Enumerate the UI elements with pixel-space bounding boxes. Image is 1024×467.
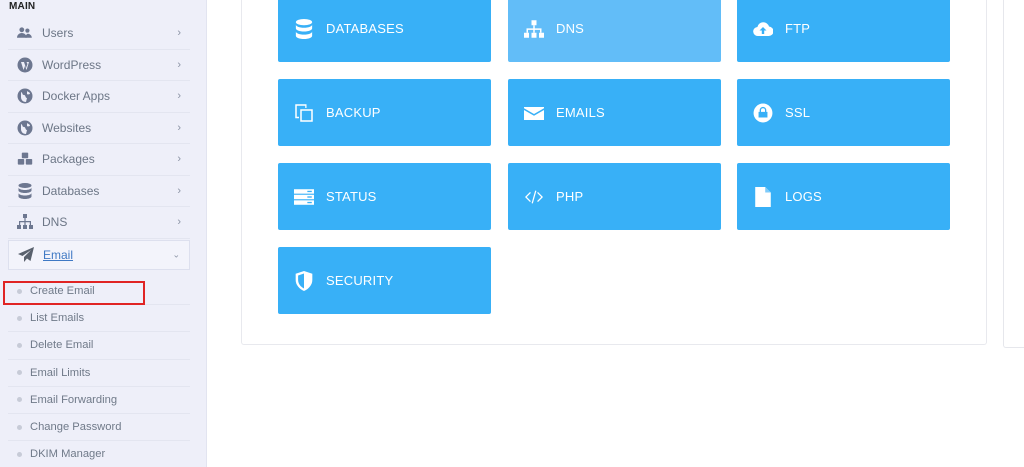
submenu-item-label: Email Forwarding	[30, 393, 118, 406]
sidebar-item-packages[interactable]: Packages ›	[8, 144, 190, 176]
sidebar-item-label: Users	[42, 26, 74, 41]
tile-logs[interactable]: LOGS	[737, 163, 950, 230]
tile-label: PHP	[556, 189, 584, 204]
sidebar-item-email[interactable]: Email ⌄	[8, 239, 190, 270]
submenu-item-list-emails[interactable]: List Emails	[8, 305, 190, 333]
tile-databases[interactable]: DATABASES	[278, 0, 491, 62]
highlight-annotation	[3, 281, 145, 305]
globe-icon	[16, 120, 34, 136]
cloud-upload-icon	[753, 19, 773, 39]
sidebar-item-dns[interactable]: DNS ›	[8, 207, 190, 239]
tile-label: BACKUP	[326, 105, 381, 120]
chevron-down-icon: ⌄	[172, 249, 180, 259]
sidebar-item-docker-apps[interactable]: Docker Apps ›	[8, 81, 190, 113]
bullet-icon	[17, 424, 22, 430]
sidebar: MAIN Users › WordPress › Docker Apps › W…	[0, 0, 207, 467]
tile-label: STATUS	[326, 189, 377, 204]
sidebar-item-label: Databases	[42, 183, 100, 198]
bullet-icon	[17, 315, 22, 321]
chevron-right-icon: ›	[177, 121, 181, 134]
tile-backup[interactable]: BACKUP	[278, 79, 491, 146]
section-label-main: MAIN	[9, 1, 36, 12]
tile-label: SECURITY	[326, 273, 394, 288]
chevron-right-icon: ›	[177, 58, 181, 71]
submenu-item-email-forwarding[interactable]: Email Forwarding	[8, 387, 190, 414]
submenu-item-label: List Emails	[30, 312, 85, 325]
tile-status[interactable]: STATUS	[278, 163, 491, 230]
server-icon	[294, 187, 314, 207]
chevron-right-icon: ›	[177, 216, 181, 229]
database-icon	[294, 18, 314, 39]
sidebar-item-websites[interactable]: Websites ›	[8, 113, 190, 144]
submenu-item-change-password[interactable]: Change Password	[8, 414, 190, 442]
sidebar-item-label: Packages	[42, 152, 95, 167]
bullet-icon	[17, 370, 22, 376]
tile-label: SSL	[785, 105, 811, 120]
right-panel	[1003, 0, 1024, 348]
bullet-icon	[17, 397, 22, 403]
copy-icon	[294, 103, 314, 123]
tile-ftp[interactable]: FTP	[737, 0, 950, 62]
paper-plane-icon	[17, 246, 35, 263]
wordpress-icon	[16, 57, 34, 73]
sidebar-item-label: Email	[43, 247, 74, 262]
submenu-item-label: DKIM Manager	[30, 448, 106, 461]
sidebar-item-users[interactable]: Users ›	[8, 18, 190, 50]
users-icon	[16, 25, 34, 41]
sidebar-nav: Users › WordPress › Docker Apps › Websit…	[8, 18, 190, 270]
chevron-right-icon: ›	[177, 153, 181, 166]
submenu-item-label: Email Limits	[30, 366, 91, 379]
submenu-item-delete-email[interactable]: Delete Email	[8, 332, 190, 360]
tile-label: LOGS	[785, 189, 822, 204]
submenu-item-dkim-manager[interactable]: DKIM Manager	[8, 441, 190, 467]
sitemap-icon	[524, 19, 544, 39]
chevron-right-icon: ›	[177, 184, 181, 197]
bullet-icon	[17, 342, 22, 348]
envelope-icon	[524, 103, 544, 123]
lock-icon	[753, 103, 773, 123]
shield-icon	[294, 270, 314, 291]
sitemap-icon	[16, 214, 34, 230]
tile-label: DNS	[556, 21, 585, 36]
sidebar-item-databases[interactable]: Databases ›	[8, 176, 190, 207]
tile-ssl[interactable]: SSL	[737, 79, 950, 146]
tile-dns[interactable]: DNS	[508, 0, 721, 62]
sidebar-item-wordpress[interactable]: WordPress ›	[8, 50, 190, 81]
chevron-right-icon: ›	[177, 27, 181, 40]
email-submenu: Create Email List Emails Delete Email Em…	[8, 278, 190, 467]
submenu-item-email-limits[interactable]: Email Limits	[8, 360, 190, 387]
bullet-icon	[17, 451, 22, 457]
chevron-right-icon: ›	[177, 90, 181, 103]
tile-label: DATABASES	[326, 21, 404, 36]
file-icon	[753, 186, 773, 207]
globe-icon	[16, 88, 34, 104]
tile-emails[interactable]: EMAILS	[508, 79, 721, 146]
sidebar-item-label: WordPress	[42, 57, 102, 72]
submenu-item-label: Delete Email	[30, 339, 94, 352]
sidebar-item-label: DNS	[42, 215, 68, 230]
sidebar-item-label: Websites	[42, 120, 92, 135]
tile-label: EMAILS	[556, 105, 605, 120]
code-icon	[524, 187, 544, 207]
submenu-item-label: Change Password	[30, 421, 122, 434]
tile-security[interactable]: SECURITY	[278, 247, 491, 314]
sidebar-item-label: Docker Apps	[42, 89, 111, 104]
tile-label: FTP	[785, 21, 811, 36]
tile-php[interactable]: PHP	[508, 163, 721, 230]
cubes-icon	[16, 151, 34, 167]
database-icon	[16, 182, 34, 199]
